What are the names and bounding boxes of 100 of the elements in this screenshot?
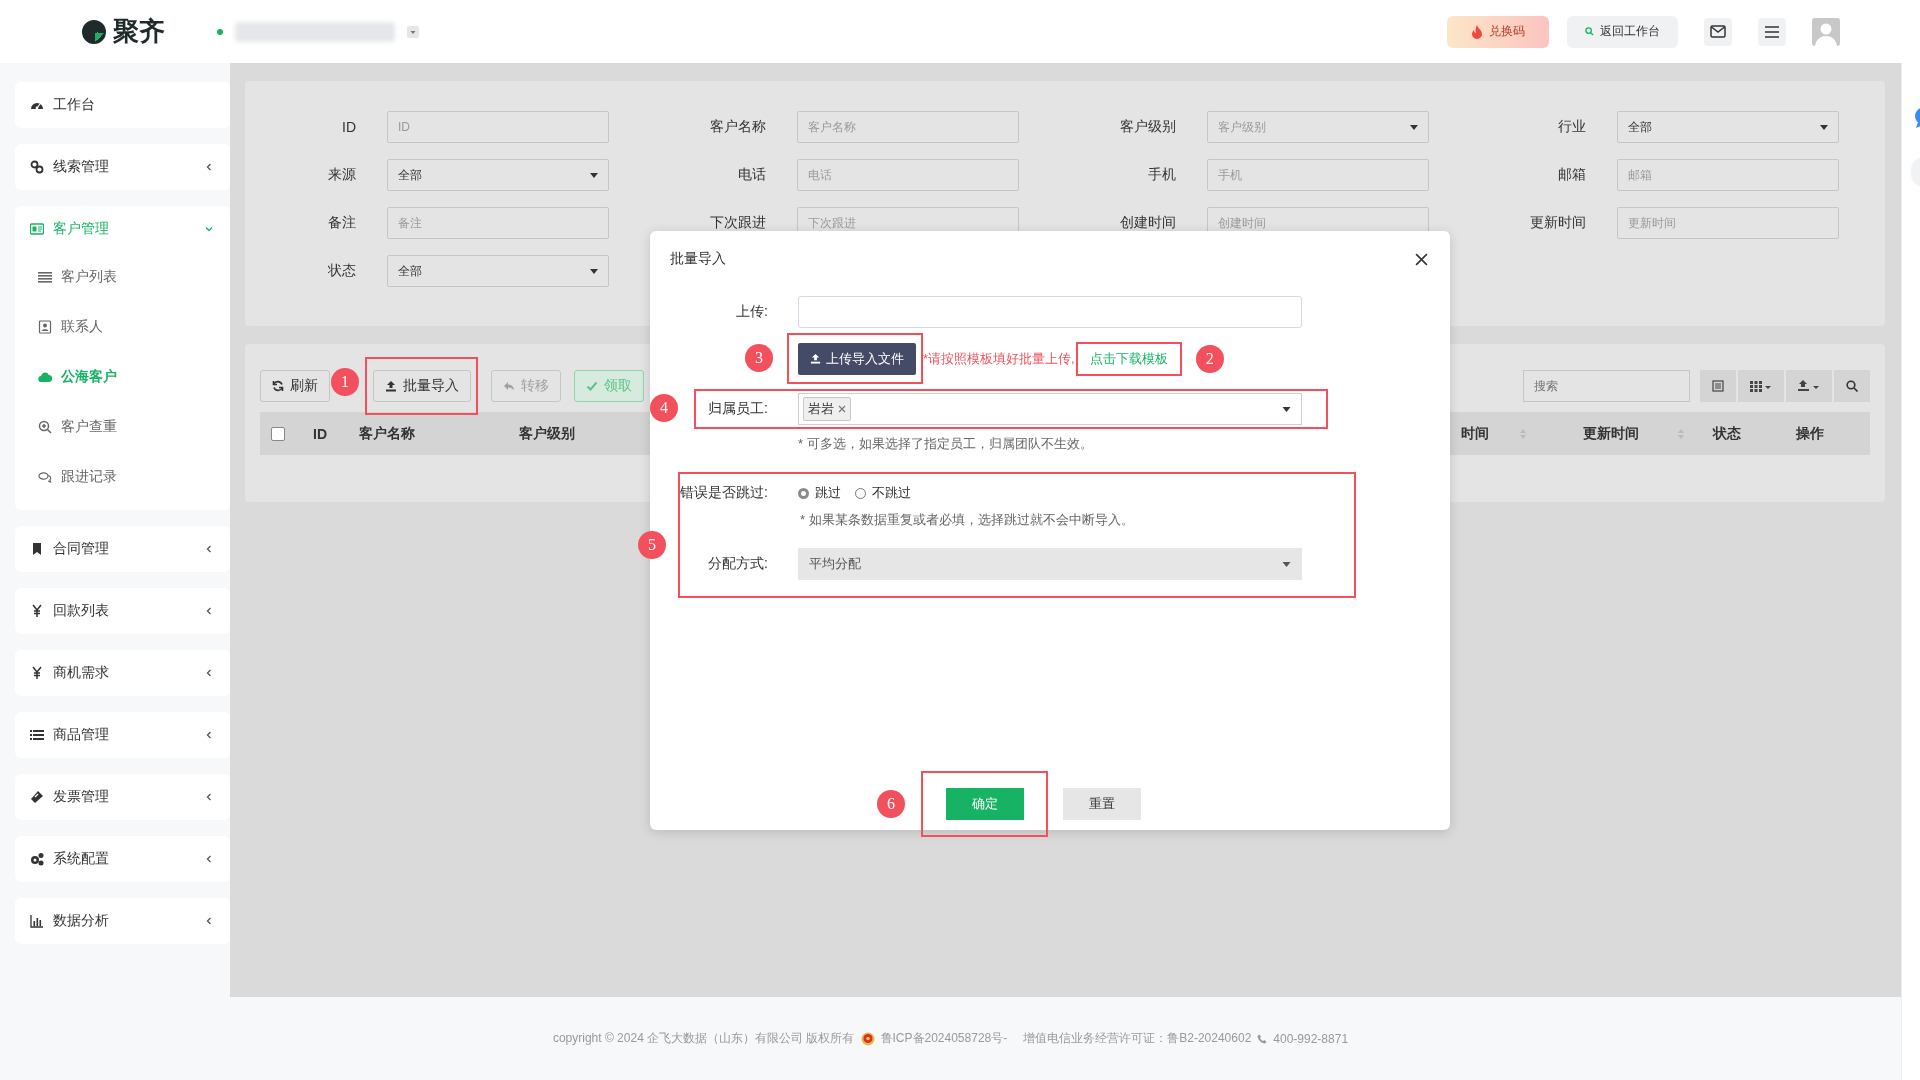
menu-group[interactable]: 客户管理 客户列表 联系人 公海客户 客户查重 跟进记录	[15, 206, 230, 510]
chevron-left-icon	[204, 606, 214, 616]
menu-item[interactable]: 回款列表	[15, 588, 230, 634]
upload-field[interactable]	[798, 296, 1302, 328]
column-header[interactable]: 客户名称	[359, 424, 415, 443]
filter-input[interactable]: 更新时间	[1617, 207, 1839, 239]
radio-option[interactable]: 跳过	[798, 484, 841, 502]
filter-label: 手机	[1147, 166, 1176, 184]
column-header[interactable]: 状态	[1713, 424, 1741, 443]
filter-label: 创建时间	[1119, 214, 1176, 232]
submenu-item[interactable]: 客户列表	[15, 252, 230, 302]
step-badge: 2	[1195, 344, 1224, 373]
submenu-label: 客户查重	[61, 418, 117, 436]
employee-select[interactable]: 岩岩	[798, 393, 1302, 425]
filter-input[interactable]: 客户名称	[797, 111, 1019, 143]
filter-input[interactable]: 电话	[797, 159, 1019, 191]
caret-icon	[1282, 561, 1291, 567]
column-header[interactable]: 操作	[1796, 424, 1824, 443]
column-header[interactable]: ID	[313, 425, 327, 442]
filter-select[interactable]: 全部	[1617, 111, 1839, 143]
radio-option[interactable]: 不跳过	[855, 484, 911, 502]
search-field[interactable]: 搜索	[1523, 370, 1690, 402]
chevron-left-icon	[204, 916, 214, 926]
filter-select[interactable]: 全部	[387, 255, 609, 287]
caret-icon	[590, 268, 598, 274]
step-badge: 1	[331, 368, 359, 396]
chevron-left-icon	[204, 668, 214, 678]
step-badge: 3	[745, 344, 773, 372]
upload-icon	[385, 380, 397, 392]
search-icon	[1846, 380, 1858, 392]
reset-button[interactable]: 重置	[1063, 788, 1141, 820]
menu-label: 工作台	[53, 96, 95, 114]
menu-item[interactable]: 合同管理	[15, 526, 230, 572]
column-header[interactable]: 时间	[1461, 424, 1489, 443]
employee-tag[interactable]: 岩岩	[803, 397, 851, 421]
cloud-icon	[38, 370, 52, 384]
menu-button[interactable]	[1758, 17, 1786, 46]
menu-item[interactable]: 系统配置	[15, 836, 230, 882]
refresh-button[interactable]: 刷新	[260, 370, 330, 402]
filter-input[interactable]: 备注	[387, 207, 609, 239]
close-icon[interactable]	[1415, 252, 1428, 266]
field-label: 分配方式:	[707, 555, 769, 573]
assign-select[interactable]: 平均分配	[798, 548, 1302, 580]
upload-file-button[interactable]: 上传导入文件	[798, 342, 916, 375]
remove-icon[interactable]	[838, 405, 846, 413]
caret-icon	[590, 172, 598, 178]
logo-text: 聚齐	[113, 15, 165, 48]
chevron-left-icon	[204, 162, 214, 172]
menu-item[interactable]: 线索管理	[15, 144, 230, 190]
submenu-label: 客户列表	[61, 268, 117, 286]
submenu-label: 联系人	[61, 318, 103, 336]
filter-input[interactable]: 手机	[1207, 159, 1429, 191]
dropdown-icon[interactable]	[407, 25, 419, 38]
copyright-text: copyright © 2024 企飞大数据（山东）有限公司 版权所有	[552, 1030, 855, 1047]
dialog-title: 批量导入	[670, 250, 726, 268]
column-header[interactable]: 客户级别	[519, 424, 575, 443]
filter-label: 下次跟进	[709, 214, 766, 232]
list-icon	[30, 728, 44, 742]
select-all-checkbox[interactable]	[271, 426, 285, 441]
reply-icon	[503, 380, 515, 392]
field-label: 错误是否跳过:	[680, 484, 769, 502]
export-icon	[1798, 380, 1820, 392]
list-view-button[interactable]	[1700, 370, 1736, 402]
menu-item[interactable]: 发票管理	[15, 774, 230, 820]
submenu-item[interactable]: 联系人	[15, 302, 230, 352]
radio-icon	[855, 487, 866, 499]
menu-label: 商机需求	[53, 664, 109, 682]
filter-label: 电话	[737, 166, 766, 184]
filter-label: 行业	[1557, 118, 1586, 136]
step-badge: 4	[650, 394, 678, 422]
filter-input[interactable]: 邮箱	[1617, 159, 1839, 191]
filter-select[interactable]: 全部	[387, 159, 609, 191]
upload-note: *请按照模板填好批量上传,	[923, 349, 1075, 368]
submenu-item[interactable]: 客户查重	[15, 402, 230, 452]
column-header[interactable]: 更新时间	[1583, 424, 1639, 443]
submenu-item[interactable]: 跟进记录	[15, 452, 230, 502]
columns-button[interactable]	[1738, 370, 1784, 402]
upload-icon	[810, 353, 821, 364]
field-label: 上传:	[735, 303, 769, 321]
list-icon	[38, 270, 52, 284]
menu-item[interactable]: 商品管理	[15, 712, 230, 758]
menu-item[interactable]: 工作台	[15, 82, 230, 128]
redeem-code-button[interactable]: 兑换码	[1447, 15, 1549, 48]
chevron-left-icon	[204, 730, 214, 740]
emblem-icon	[860, 1031, 875, 1046]
search-icon	[1585, 27, 1594, 36]
import-button[interactable]: 批量导入	[373, 370, 471, 402]
export-button[interactable]	[1786, 370, 1832, 402]
filter-input[interactable]: ID	[387, 111, 609, 143]
mail-button[interactable]	[1704, 17, 1732, 46]
chevron-left-icon	[204, 544, 214, 554]
menu-item[interactable]: 数据分析	[15, 898, 230, 944]
filter-label: 备注	[327, 214, 356, 232]
back-to-workbench-button[interactable]: 返回工作台	[1567, 15, 1678, 48]
menu-item[interactable]: 商机需求	[15, 650, 230, 696]
link-icon	[30, 160, 44, 174]
menu-icon	[1765, 25, 1779, 38]
filter-label: 来源	[327, 166, 356, 184]
search-button[interactable]	[1834, 370, 1870, 402]
contact-icon	[38, 320, 52, 334]
